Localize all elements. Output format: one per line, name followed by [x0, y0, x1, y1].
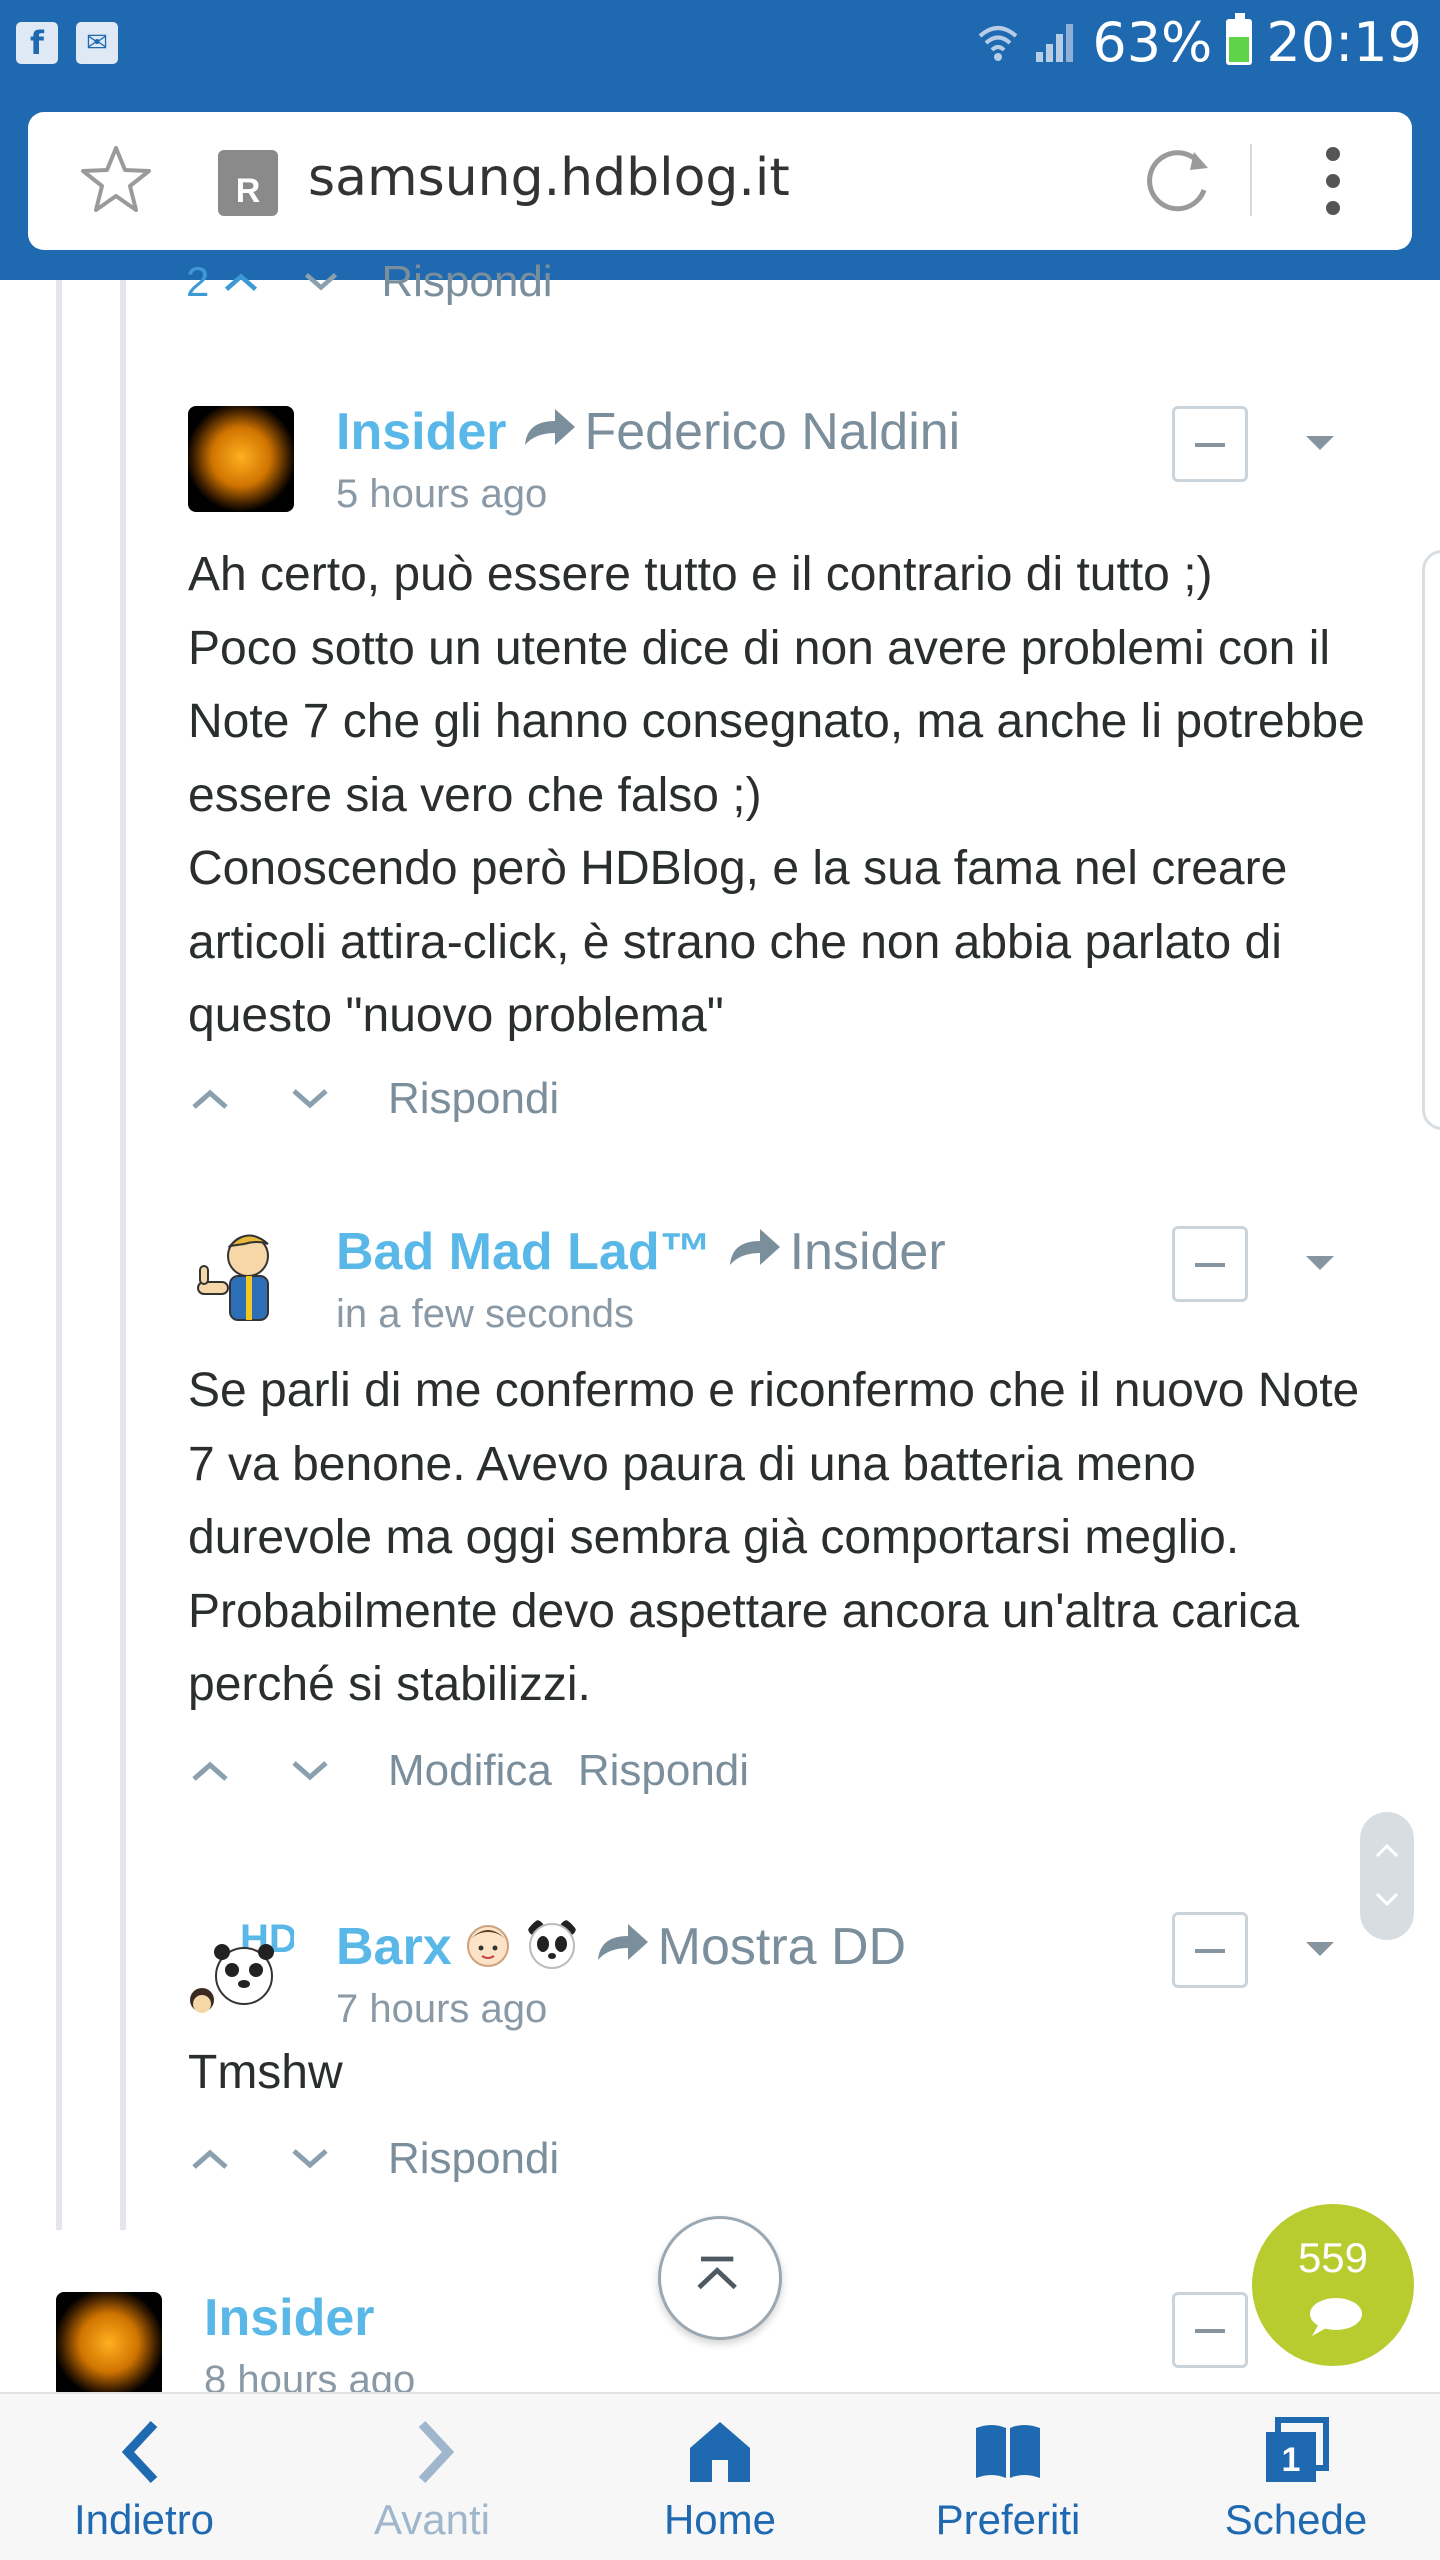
scroll-down-icon[interactable]: [1373, 1890, 1401, 1908]
scroll-to-top-button[interactable]: [658, 2216, 782, 2340]
bottom-navigation: Indietro Avanti Home Preferiti 1 Schede: [0, 2392, 1440, 2560]
comment-actions: Rispondi: [188, 2134, 585, 2184]
downvote-icon[interactable]: [288, 1085, 332, 1113]
collapse-button[interactable]: [1172, 1912, 1248, 1988]
reply-to-name[interactable]: Mostra DD: [658, 1917, 906, 1977]
mail-icon: ✉: [76, 22, 118, 64]
reply-arrow-icon: [597, 1924, 648, 1960]
side-panel-edge[interactable]: [1422, 550, 1440, 1130]
comment-time[interactable]: 8 hours ago: [204, 2358, 1256, 2392]
avatar: [188, 1226, 294, 1332]
edit-link[interactable]: Modifica: [388, 1746, 552, 1796]
author-name[interactable]: Bad Mad Lad™: [336, 1222, 712, 1282]
nav-bookmarks[interactable]: Preferiti: [864, 2394, 1152, 2560]
fast-scroll-handle[interactable]: [1360, 1812, 1414, 1940]
comment-actions: Modifica Rispondi: [188, 1746, 775, 1796]
author-name[interactable]: Barx: [336, 1917, 452, 1977]
comment-time[interactable]: 7 hours ago: [336, 1987, 1388, 2032]
avatar: HD: [188, 1912, 294, 2018]
bookmark-star-icon[interactable]: [78, 142, 154, 218]
nav-label: Preferiti: [935, 2496, 1081, 2543]
clock: 20:19: [1266, 10, 1422, 74]
toolbar-divider: [1250, 144, 1252, 216]
tabs-count: 1: [1282, 2441, 1301, 2479]
downvote-icon[interactable]: [288, 2145, 332, 2173]
reply-link[interactable]: Rispondi: [388, 2134, 559, 2184]
panda-emoji-icon: [527, 1920, 576, 1969]
nav-label: Indietro: [73, 2496, 215, 2543]
panda-avatar-image: HD: [190, 1917, 294, 2013]
partial-comment-actions: 2 Rispondi: [186, 252, 553, 312]
nav-forward[interactable]: Avanti: [288, 2394, 576, 2560]
notification-icons: f ✉: [16, 22, 118, 64]
back-icon: [121, 2420, 158, 2484]
avatar: [188, 406, 294, 512]
reply-link[interactable]: Rispondi: [381, 257, 552, 307]
comment: Insider 8 hours ago: [56, 2292, 1256, 2392]
author-name[interactable]: Insider: [336, 402, 507, 462]
signal-icon: [1036, 24, 1074, 62]
collapse-button[interactable]: [1172, 2292, 1248, 2368]
reply-arrow-icon: [729, 1229, 780, 1265]
comment: HD Barx Mostra DD 7 hours ago Tmshw Risp…: [188, 1912, 1388, 2212]
home-icon: [690, 2422, 750, 2482]
status-bar: f ✉ 63% 20:19: [0, 0, 1440, 84]
upvote-icon[interactable]: [188, 2145, 232, 2173]
thread-line-nested: [120, 280, 126, 2230]
boy-emoji-icon: [466, 1925, 509, 1967]
nav-label: Home: [663, 2496, 777, 2543]
wifi-icon: [979, 26, 1018, 61]
scroll-up-icon[interactable]: [1373, 1842, 1401, 1860]
comment: Insider Federico Naldini 5 hours ago Ah …: [188, 403, 1388, 1146]
reply-link[interactable]: Rispondi: [578, 1746, 749, 1796]
tabs-icon: 1: [1266, 2417, 1329, 2482]
comment-text: Ah certo, può essere tutto e il contrari…: [188, 548, 1365, 1042]
upvote-icon[interactable]: [188, 1757, 232, 1785]
comments-count: 559: [1297, 2234, 1369, 2281]
browser-toolbar: R samsung.hdblog.it: [0, 84, 1440, 280]
address-bar[interactable]: R samsung.hdblog.it: [28, 112, 1412, 250]
bookmarks-icon: [976, 2425, 1040, 2478]
avatar: [56, 2292, 162, 2392]
comment-menu-caret-icon[interactable]: [1306, 1942, 1334, 1956]
url-text[interactable]: samsung.hdblog.it: [308, 148, 790, 208]
battery-icon: [1226, 13, 1253, 65]
collapse-button[interactable]: [1172, 1226, 1248, 1302]
nav-label: Schede: [1224, 2496, 1368, 2543]
downvote-icon[interactable]: [301, 268, 341, 296]
reload-icon[interactable]: [1138, 142, 1218, 222]
comment-actions: Rispondi: [188, 1074, 585, 1124]
reply-link[interactable]: Rispondi: [388, 1074, 559, 1124]
downvote-icon[interactable]: [288, 1757, 332, 1785]
facebook-icon: f: [16, 22, 58, 64]
comments-count-button[interactable]: 559: [1252, 2204, 1414, 2366]
upvote-icon[interactable]: [221, 268, 261, 296]
overflow-menu-icon[interactable]: [1318, 140, 1348, 222]
battery-percent: 63%: [1092, 10, 1213, 74]
upvote-icon[interactable]: [188, 1085, 232, 1113]
nav-label: Avanti: [374, 2496, 490, 2543]
reply-arrow-icon: [524, 409, 575, 445]
vault-boy-avatar-image: [197, 1234, 269, 1321]
comment-menu-caret-icon[interactable]: [1306, 436, 1334, 450]
comment-menu-caret-icon[interactable]: [1306, 1256, 1334, 1270]
reply-to-name[interactable]: Insider: [790, 1222, 946, 1282]
arrow-up-icon: [697, 2256, 737, 2290]
vote-count: 2: [186, 258, 210, 305]
comment: Bad Mad Lad™ Insider in a few seconds Se…: [188, 1223, 1388, 1826]
collapse-button[interactable]: [1172, 406, 1248, 482]
reply-to-name[interactable]: Federico Naldini: [585, 402, 961, 462]
reader-mode-icon[interactable]: R: [218, 150, 278, 216]
thread-line: [56, 280, 62, 2230]
comment-text: Tmshw: [188, 2046, 343, 2099]
nav-tabs[interactable]: 1 Schede: [1152, 2394, 1440, 2560]
comment-text: Se parli di me confermo e riconfermo che…: [188, 1364, 1373, 1711]
nav-back[interactable]: Indietro: [0, 2394, 288, 2560]
comment-bubble-icon: [1310, 2298, 1362, 2336]
author-name[interactable]: Insider: [204, 2292, 375, 2348]
forward-icon: [418, 2420, 455, 2484]
status-right: 63% 20:19: [976, 10, 1422, 74]
nav-home[interactable]: Home: [576, 2394, 864, 2560]
